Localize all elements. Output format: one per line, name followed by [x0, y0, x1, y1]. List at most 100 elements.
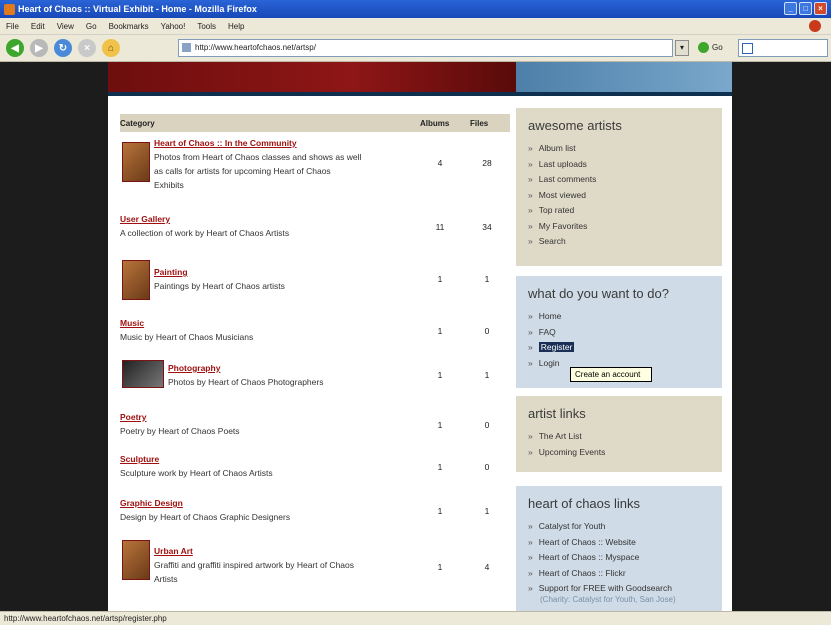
site-favicon-icon — [182, 43, 191, 52]
category-link[interactable]: Photography — [168, 363, 220, 373]
hoc-links-box: heart of chaos links Catalyst for Youth … — [516, 486, 722, 611]
close-icon[interactable]: × — [814, 2, 827, 15]
link-upcoming-events[interactable]: Upcoming Events — [528, 445, 710, 461]
go-label: Go — [712, 43, 723, 52]
status-text: http://www.heartofchaos.net/artsp/regist… — [4, 614, 167, 623]
nav-most-viewed[interactable]: Most viewed — [528, 188, 710, 204]
forward-arrow-icon[interactable]: ▶ — [30, 39, 48, 57]
menu-file[interactable]: File — [6, 22, 19, 31]
menu-go[interactable]: Go — [86, 22, 97, 31]
photography-thumbnail[interactable] — [122, 360, 164, 388]
category-link[interactable]: Sculpture — [120, 454, 159, 464]
banner-blue — [516, 62, 732, 92]
stop-icon[interactable]: × — [78, 39, 96, 57]
category-desc: Paintings by Heart of Chaos artists — [154, 281, 285, 291]
charity-note: (Charity: Catalyst for Youth, San Jose) — [540, 594, 676, 604]
category-link[interactable]: Painting — [154, 267, 188, 277]
menu-bar: File Edit View Go Bookmarks Yahoo! Tools… — [0, 18, 831, 35]
category-table: Category Albums Files Heart of Chaos :: … — [120, 114, 510, 584]
minimize-icon[interactable]: _ — [784, 2, 797, 15]
link-hoc-myspace[interactable]: Heart of Chaos :: Myspace — [528, 550, 710, 566]
page-content: Category Albums Files Heart of Chaos :: … — [108, 62, 732, 611]
nav-home[interactable]: Home — [528, 309, 710, 325]
album-count: 1 — [437, 506, 443, 516]
reload-icon[interactable]: ↻ — [54, 39, 72, 57]
menu-view[interactable]: View — [57, 22, 74, 31]
category-desc: Exhibits — [154, 180, 184, 190]
file-count: 0 — [484, 326, 490, 336]
nav-album-list[interactable]: Album list — [528, 141, 710, 157]
window-controls: _ □ × — [784, 2, 827, 15]
nav-my-favorites[interactable]: My Favorites — [528, 219, 710, 235]
nav-search[interactable]: Search — [528, 234, 710, 250]
album-count: 4 — [437, 158, 443, 168]
menu-tools[interactable]: Tools — [197, 22, 216, 31]
category-link[interactable]: Music — [120, 318, 144, 328]
category-desc: Music by Heart of Chaos Musicians — [120, 332, 254, 342]
album-count: 11 — [435, 222, 445, 232]
category-link[interactable]: User Gallery — [120, 214, 170, 224]
category-desc: Poetry by Heart of Chaos Poets — [120, 426, 240, 436]
go-arrow-icon — [698, 42, 709, 53]
category-desc: Design by Heart of Chaos Graphic Designe… — [120, 512, 291, 522]
link-the-art-list[interactable]: The Art List — [528, 429, 710, 445]
maximize-icon[interactable]: □ — [799, 2, 812, 15]
address-dropdown-icon[interactable]: ▾ — [675, 40, 689, 56]
category-link[interactable]: Poetry — [120, 412, 146, 422]
menu-yahoo[interactable]: Yahoo! — [161, 22, 186, 31]
header-albums: Albums — [420, 119, 450, 128]
category-desc: Artists — [154, 574, 178, 584]
search-engine-icon — [742, 43, 753, 54]
go-button[interactable]: Go — [698, 42, 723, 53]
link-hoc-website[interactable]: Heart of Chaos :: Website — [528, 535, 710, 551]
file-count: 28 — [482, 158, 492, 168]
link-hoc-flickr[interactable]: Heart of Chaos :: Flickr — [528, 566, 710, 582]
file-count: 1 — [484, 370, 490, 380]
navigation-toolbar: ◀ ▶ ↻ × ⌂ http://www.heartofchaos.net/ar… — [0, 35, 831, 62]
address-bar[interactable]: http://www.heartofchaos.net/artsp/ — [178, 39, 673, 57]
site-banner — [108, 62, 732, 92]
album-count: 1 — [437, 420, 443, 430]
nav-last-comments[interactable]: Last comments — [528, 172, 710, 188]
file-count: 1 — [484, 506, 490, 516]
album-count: 1 — [437, 462, 443, 472]
album-count: 1 — [437, 326, 443, 336]
nav-top-rated[interactable]: Top rated — [528, 203, 710, 219]
menu-edit[interactable]: Edit — [31, 22, 45, 31]
painting-thumbnail[interactable] — [122, 260, 150, 300]
register-tooltip: Create an account — [570, 367, 652, 382]
link-catalyst-for-youth[interactable]: Catalyst for Youth — [528, 519, 710, 535]
category-desc: Photos by Heart of Chaos Photographers — [168, 377, 324, 387]
back-arrow-icon[interactable]: ◀ — [6, 39, 24, 57]
menu-bookmarks[interactable]: Bookmarks — [109, 22, 149, 31]
category-link[interactable]: Heart of Chaos :: In the Community — [154, 138, 297, 148]
category-desc: Graffiti and graffiti inspired artwork b… — [154, 560, 354, 570]
category-desc: A collection of work by Heart of Chaos A… — [120, 228, 290, 238]
menu-help[interactable]: Help — [228, 22, 244, 31]
window-title: Heart of Chaos :: Virtual Exhibit - Home… — [18, 4, 257, 14]
community-thumbnail[interactable] — [122, 142, 150, 182]
header-category: Category — [120, 119, 155, 128]
awesome-artists-title: awesome artists — [528, 118, 622, 133]
nav-last-uploads[interactable]: Last uploads — [528, 157, 710, 173]
category-link[interactable]: Graphic Design — [120, 498, 183, 508]
search-box[interactable] — [738, 39, 828, 57]
home-icon[interactable]: ⌂ — [102, 39, 120, 57]
page-viewport: Category Albums Files Heart of Chaos :: … — [0, 62, 831, 611]
awesome-artists-box: awesome artists Album list Last uploads … — [516, 108, 722, 266]
nav-register[interactable]: Register — [528, 340, 710, 356]
status-bar: http://www.heartofchaos.net/artsp/regist… — [0, 611, 831, 625]
category-link[interactable]: Urban Art — [154, 546, 193, 556]
throbber-icon — [809, 20, 821, 32]
category-desc: Photos from Heart of Chaos classes and s… — [154, 152, 362, 162]
header-files: Files — [470, 119, 489, 128]
what-to-do-title: what do you want to do? — [528, 286, 669, 301]
hoc-links-title: heart of chaos links — [528, 496, 641, 511]
artist-links-title: artist links — [528, 406, 586, 421]
address-url: http://www.heartofchaos.net/artsp/ — [195, 43, 316, 52]
nav-faq[interactable]: FAQ — [528, 325, 710, 341]
category-desc: Sculpture work by Heart of Chaos Artists — [120, 468, 273, 478]
firefox-icon — [4, 3, 15, 15]
urban-art-thumbnail[interactable] — [122, 540, 150, 580]
album-count: 1 — [437, 562, 443, 572]
